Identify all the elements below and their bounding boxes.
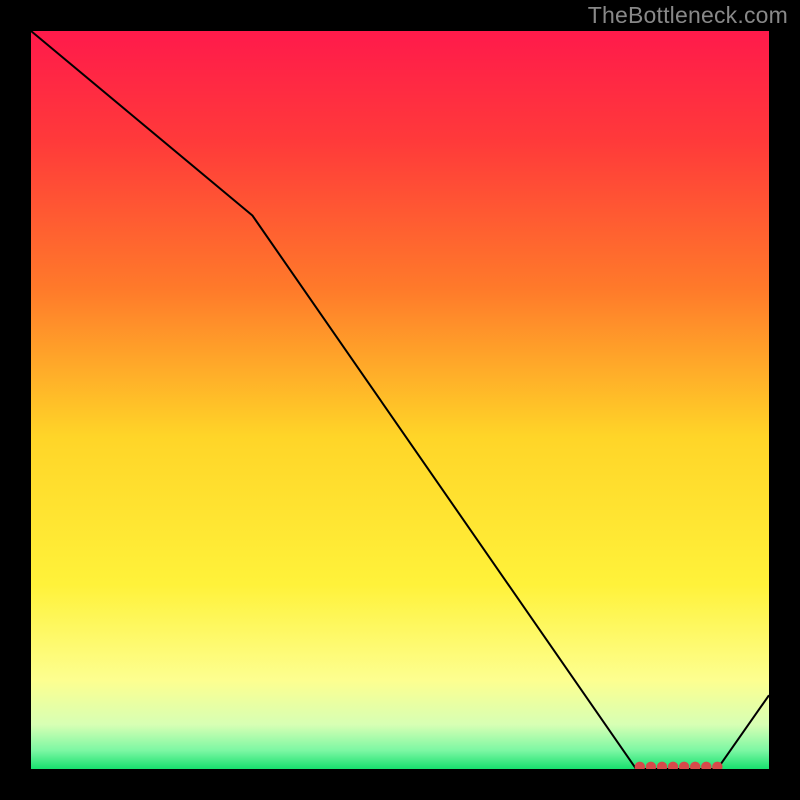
chart-area xyxy=(31,31,769,769)
attribution-text: TheBottleneck.com xyxy=(588,2,788,29)
chart-svg xyxy=(31,31,769,769)
chart-background xyxy=(31,31,769,769)
